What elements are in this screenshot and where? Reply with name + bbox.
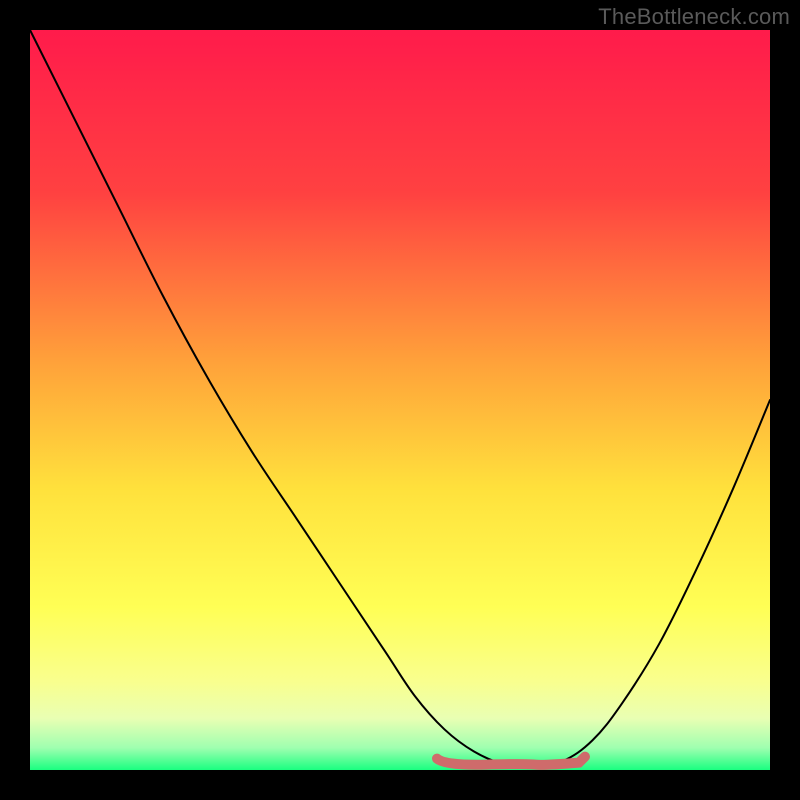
watermark-text: TheBottleneck.com xyxy=(598,4,790,30)
chart-stage: { "watermark": "TheBottleneck.com", "col… xyxy=(0,0,800,800)
bottleneck-chart xyxy=(0,0,800,800)
plot-background xyxy=(30,30,770,770)
